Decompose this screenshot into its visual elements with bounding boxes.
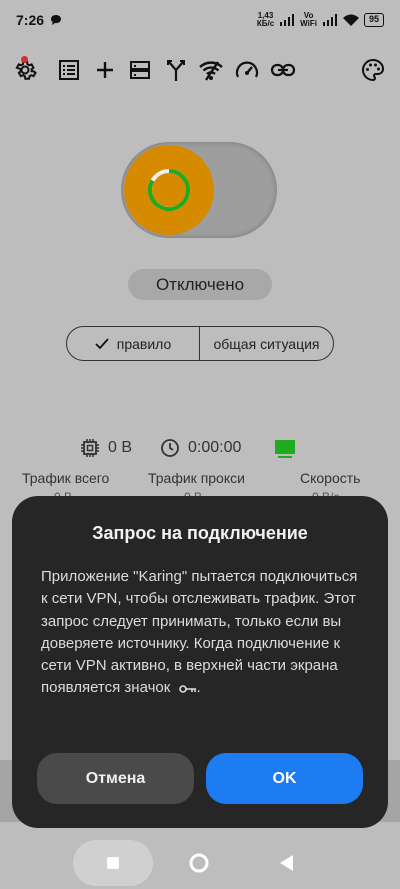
cancel-button[interactable]: Отмена xyxy=(37,753,194,804)
system-nav-bar xyxy=(0,838,400,889)
network-button[interactable] xyxy=(197,56,225,84)
stat-network[interactable] xyxy=(273,438,297,460)
list-icon xyxy=(59,60,79,80)
clock-time: 7:26 xyxy=(16,12,45,28)
check-icon xyxy=(95,337,109,349)
status-bar: 7:26 1,43 КБ/с Vo WiFi 95 xyxy=(0,0,400,40)
routing-button[interactable] xyxy=(162,56,190,84)
speed-label: Скорость xyxy=(300,470,361,486)
ok-button[interactable]: OK xyxy=(206,753,363,804)
add-button[interactable] xyxy=(91,56,119,84)
mode-global-option[interactable]: общая ситуация xyxy=(200,327,333,360)
theme-button[interactable] xyxy=(359,56,387,84)
triangle-back-icon xyxy=(280,855,293,871)
mode-selector: правило общая ситуация xyxy=(66,326,334,361)
chat-bubble-icon xyxy=(51,15,62,25)
clock-icon xyxy=(161,439,179,457)
server-icon xyxy=(130,61,150,79)
recent-apps-button[interactable] xyxy=(73,840,153,886)
settings-button[interactable] xyxy=(11,56,39,84)
net-speed: 1,43 КБ/с xyxy=(256,11,275,28)
link-button[interactable] xyxy=(269,56,297,84)
notification-dot xyxy=(21,56,28,63)
traffic-total-label: Трафик всего xyxy=(22,470,110,486)
monitor-icon xyxy=(275,440,295,458)
connection-status: Отключено xyxy=(128,269,272,300)
vpn-permission-dialog: Запрос на подключение Приложение "Karing… xyxy=(12,496,388,828)
servers-button[interactable] xyxy=(126,56,154,84)
fork-icon xyxy=(167,60,185,81)
back-button[interactable] xyxy=(274,851,298,875)
vowifi-label: Vo WiFi xyxy=(300,11,317,28)
square-icon xyxy=(107,857,119,869)
list-button[interactable] xyxy=(55,56,83,84)
wifi-off-icon xyxy=(199,61,223,81)
wifi-icon xyxy=(342,14,359,26)
palette-icon xyxy=(362,58,385,82)
link-icon xyxy=(270,63,296,77)
speedtest-button[interactable] xyxy=(233,56,261,84)
dialog-message: Приложение "Karing" пытается подключитьс… xyxy=(41,568,358,697)
mode-rule-option[interactable]: правило xyxy=(67,327,200,360)
signal-icon-2 xyxy=(322,14,337,26)
toggle-knob xyxy=(124,145,214,235)
speedometer-icon xyxy=(235,61,259,78)
signal-icon xyxy=(280,14,295,26)
toolbar xyxy=(0,56,400,88)
loading-spinner-icon xyxy=(147,169,190,211)
connect-toggle[interactable] xyxy=(121,142,277,238)
stat-time: 0:00:00 xyxy=(160,438,241,458)
stat-traffic: 0 В xyxy=(80,438,132,458)
mode-global-label: общая ситуация xyxy=(213,335,320,352)
battery-indicator: 95 xyxy=(363,13,384,27)
dialog-title: Запрос на подключение xyxy=(92,523,308,543)
circle-icon xyxy=(189,853,209,873)
mode-rule-label: правило xyxy=(116,335,172,352)
stats-row: 0 В 0:00:00 xyxy=(0,438,400,462)
traffic-proxy-label: Трафик прокси xyxy=(148,470,245,486)
plus-icon xyxy=(97,62,113,78)
key-icon xyxy=(178,684,196,693)
home-button[interactable] xyxy=(187,851,211,875)
cpu-icon xyxy=(81,439,99,457)
